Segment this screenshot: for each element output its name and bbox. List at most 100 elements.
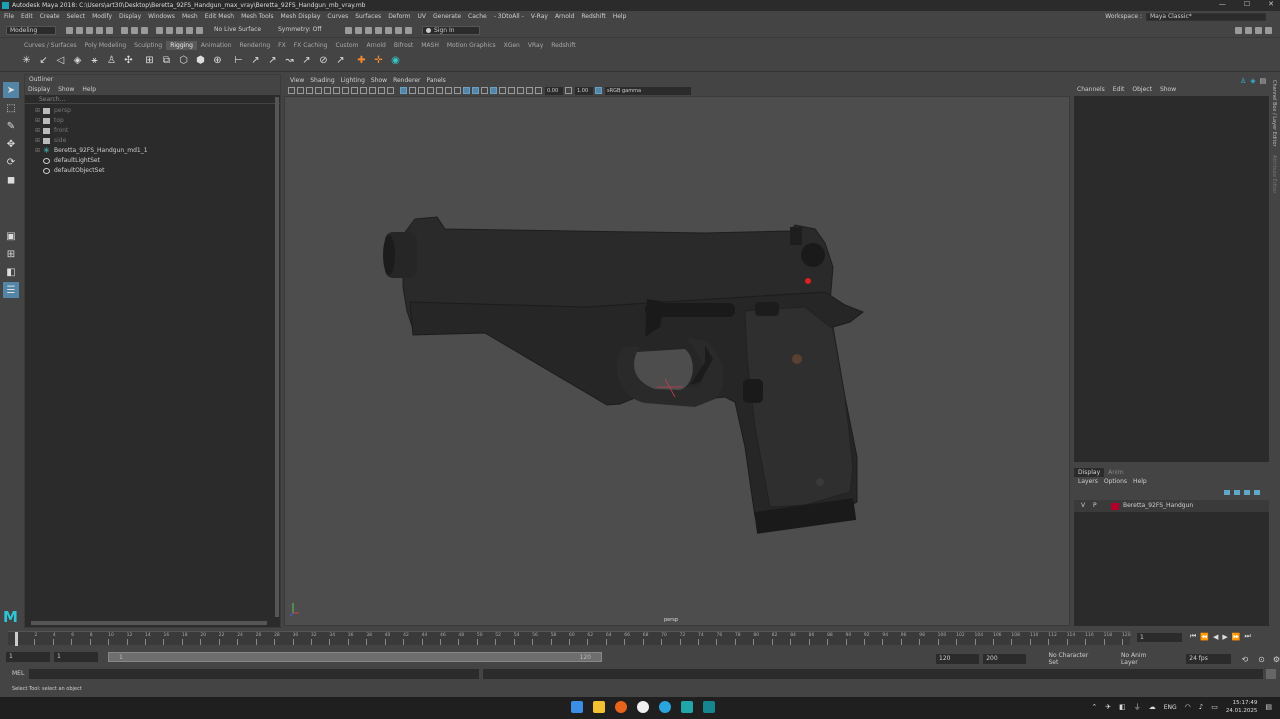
menuset-dropdown[interactable]: Modeling	[6, 26, 56, 35]
menu-redshift[interactable]: Redshift	[581, 13, 605, 20]
select-object-icon[interactable]	[131, 27, 138, 34]
maximize-button[interactable]: ☐	[1244, 0, 1250, 8]
lattice-icon[interactable]: ↗	[249, 54, 262, 67]
viewport-menu-show[interactable]: Show	[371, 77, 387, 84]
script-editor-icon[interactable]	[1266, 669, 1276, 679]
camera-attributes-icon[interactable]	[297, 87, 304, 94]
shelf-tab-mash[interactable]: MASH	[417, 41, 443, 50]
layer-menu-help[interactable]: Help	[1133, 478, 1147, 485]
menu-windows[interactable]: Windows	[148, 13, 175, 20]
channel-box-area[interactable]	[1074, 96, 1269, 462]
backface-culling-icon[interactable]	[517, 87, 524, 94]
shelf-tab-bifrost[interactable]: Bifrost	[390, 41, 417, 50]
gate-mask-icon[interactable]	[369, 87, 376, 94]
step-back-button[interactable]: ⏪	[1200, 633, 1209, 641]
tray-chevron-icon[interactable]: ⌃	[1091, 703, 1097, 711]
range-end-field[interactable]: 200	[983, 654, 1027, 664]
tool-settings-icon[interactable]	[1255, 27, 1262, 34]
sign-in-button[interactable]: Sign In	[422, 26, 480, 35]
blend-shape-icon[interactable]: ⬢	[194, 54, 207, 67]
cb-menu-object[interactable]: Object	[1132, 86, 1152, 93]
wifi-icon[interactable]: ◠	[1185, 703, 1191, 711]
menu-display[interactable]: Display	[119, 13, 141, 20]
outliner-menu-display[interactable]: Display	[28, 85, 50, 95]
paint-weights-icon[interactable]: ⬡	[177, 54, 190, 67]
outliner-item-beretta[interactable]: ⊞ ✳ Beretta_92FS_Handgun_md1_1	[25, 146, 280, 156]
outliner-item-top[interactable]: ⊞ top	[25, 116, 280, 126]
resolution-gate-icon[interactable]	[360, 87, 367, 94]
outliner-vertical-scrollbar[interactable]	[275, 97, 279, 617]
tray-usb-icon[interactable]: ⏚	[1134, 702, 1141, 712]
layer-color-swatch[interactable]	[1111, 502, 1119, 510]
expand-icon[interactable]: ⊞	[35, 106, 41, 116]
volume-icon[interactable]: ♪	[1199, 703, 1203, 711]
layer-playback-toggle[interactable]: P	[1093, 500, 1105, 512]
viewport-menu-renderer[interactable]: Renderer	[393, 77, 420, 84]
modeling-toolkit-icon[interactable]	[1235, 27, 1242, 34]
shelf-tab-motion-graphics[interactable]: Motion Graphics	[443, 41, 500, 50]
yandex-icon[interactable]	[637, 701, 649, 713]
layer-tab-anim[interactable]: Anim	[1104, 468, 1127, 477]
grease-pencil-icon[interactable]	[333, 87, 340, 94]
shelf-tab-rendering[interactable]: Rendering	[236, 41, 275, 50]
xray-icon[interactable]	[499, 87, 506, 94]
cb-menu-channels[interactable]: Channels	[1077, 86, 1105, 93]
anim-prefs-icon[interactable]: ⚙	[1273, 655, 1280, 664]
2d-pan-zoom-icon[interactable]	[324, 87, 331, 94]
channel-box-icon-c[interactable]: ▤	[1260, 77, 1267, 85]
persp-outliner-icon[interactable]: ◧	[3, 264, 19, 280]
layer-row[interactable]: V P Beretta_92FS_Handgun	[1074, 500, 1269, 512]
open-scene-icon[interactable]	[76, 27, 83, 34]
menu-file[interactable]: File	[4, 13, 14, 20]
bind-skin-icon[interactable]: ⊞	[143, 54, 156, 67]
hud-icon[interactable]	[526, 87, 533, 94]
new-layer-selected-icon[interactable]	[1254, 490, 1260, 495]
go-to-end-button[interactable]: ⏭	[1245, 632, 1251, 641]
vray-vfb-icon[interactable]	[395, 27, 402, 34]
grid-icon[interactable]	[342, 87, 349, 94]
play-forward-button[interactable]: ▶	[1222, 633, 1227, 641]
outliner-menu-help[interactable]: Help	[82, 85, 96, 95]
maya-taskbar-icon[interactable]	[703, 701, 715, 713]
outliner-horizontal-scrollbar[interactable]	[31, 621, 267, 625]
battery-icon[interactable]: ▭	[1211, 703, 1218, 711]
cb-menu-show[interactable]: Show	[1160, 86, 1176, 93]
menu-vray[interactable]: V-Ray	[531, 13, 548, 20]
layer-tab-display[interactable]: Display	[1074, 468, 1105, 477]
new-scene-icon[interactable]	[66, 27, 73, 34]
play-backward-button[interactable]: ◀	[1213, 633, 1218, 641]
viewport-menu-shading[interactable]: Shading	[310, 77, 334, 84]
ipr-render-icon[interactable]	[355, 27, 362, 34]
side-tab-channel-box[interactable]: Channel Box / Layer Editor	[1271, 80, 1277, 147]
render-frame-icon[interactable]	[345, 27, 352, 34]
joint-tool-icon[interactable]: ✳	[20, 54, 33, 67]
redo-icon[interactable]	[106, 27, 113, 34]
loop-icon[interactable]: ⟲	[1241, 655, 1248, 664]
outliner-item-default-light-set[interactable]: defaultLightSet	[25, 156, 280, 166]
range-inner-start-field[interactable]: 1	[54, 652, 98, 662]
shadows-icon[interactable]	[445, 87, 452, 94]
xray-joints-icon[interactable]	[508, 87, 515, 94]
menu-help[interactable]: Help	[613, 13, 627, 20]
character-set-dropdown[interactable]: No Character Set	[1048, 652, 1098, 666]
single-view-icon[interactable]: ▣	[3, 228, 19, 244]
menu-edit-mesh[interactable]: Edit Mesh	[205, 13, 234, 20]
notifications-icon[interactable]: ▤	[1265, 703, 1272, 711]
layer-menu-layers[interactable]: Layers	[1078, 478, 1098, 485]
channel-box-icon-b[interactable]: ◈	[1250, 77, 1255, 85]
save-scene-icon[interactable]	[86, 27, 93, 34]
mash-icon[interactable]: ◉	[389, 54, 402, 67]
tray-app-icon[interactable]: ✈	[1105, 703, 1111, 711]
menu-mesh-tools[interactable]: Mesh Tools	[241, 13, 273, 20]
new-layer-icon[interactable]	[1244, 490, 1250, 495]
exposure-icon[interactable]	[535, 87, 542, 94]
step-forward-button[interactable]: ⏩	[1232, 633, 1241, 641]
outliner-item-front[interactable]: ⊞ front	[25, 126, 280, 136]
aim-constraint-icon[interactable]: ↗	[334, 54, 347, 67]
wrap-deformer-icon[interactable]: ⊕	[211, 54, 224, 67]
viewport-3d[interactable]	[284, 96, 1070, 626]
auto-key-icon[interactable]: ⊙	[1258, 655, 1265, 664]
constraint-icon[interactable]: ⊘	[317, 54, 330, 67]
move-layer-up-icon[interactable]	[1224, 490, 1230, 495]
attribute-editor-icon[interactable]	[1245, 27, 1252, 34]
